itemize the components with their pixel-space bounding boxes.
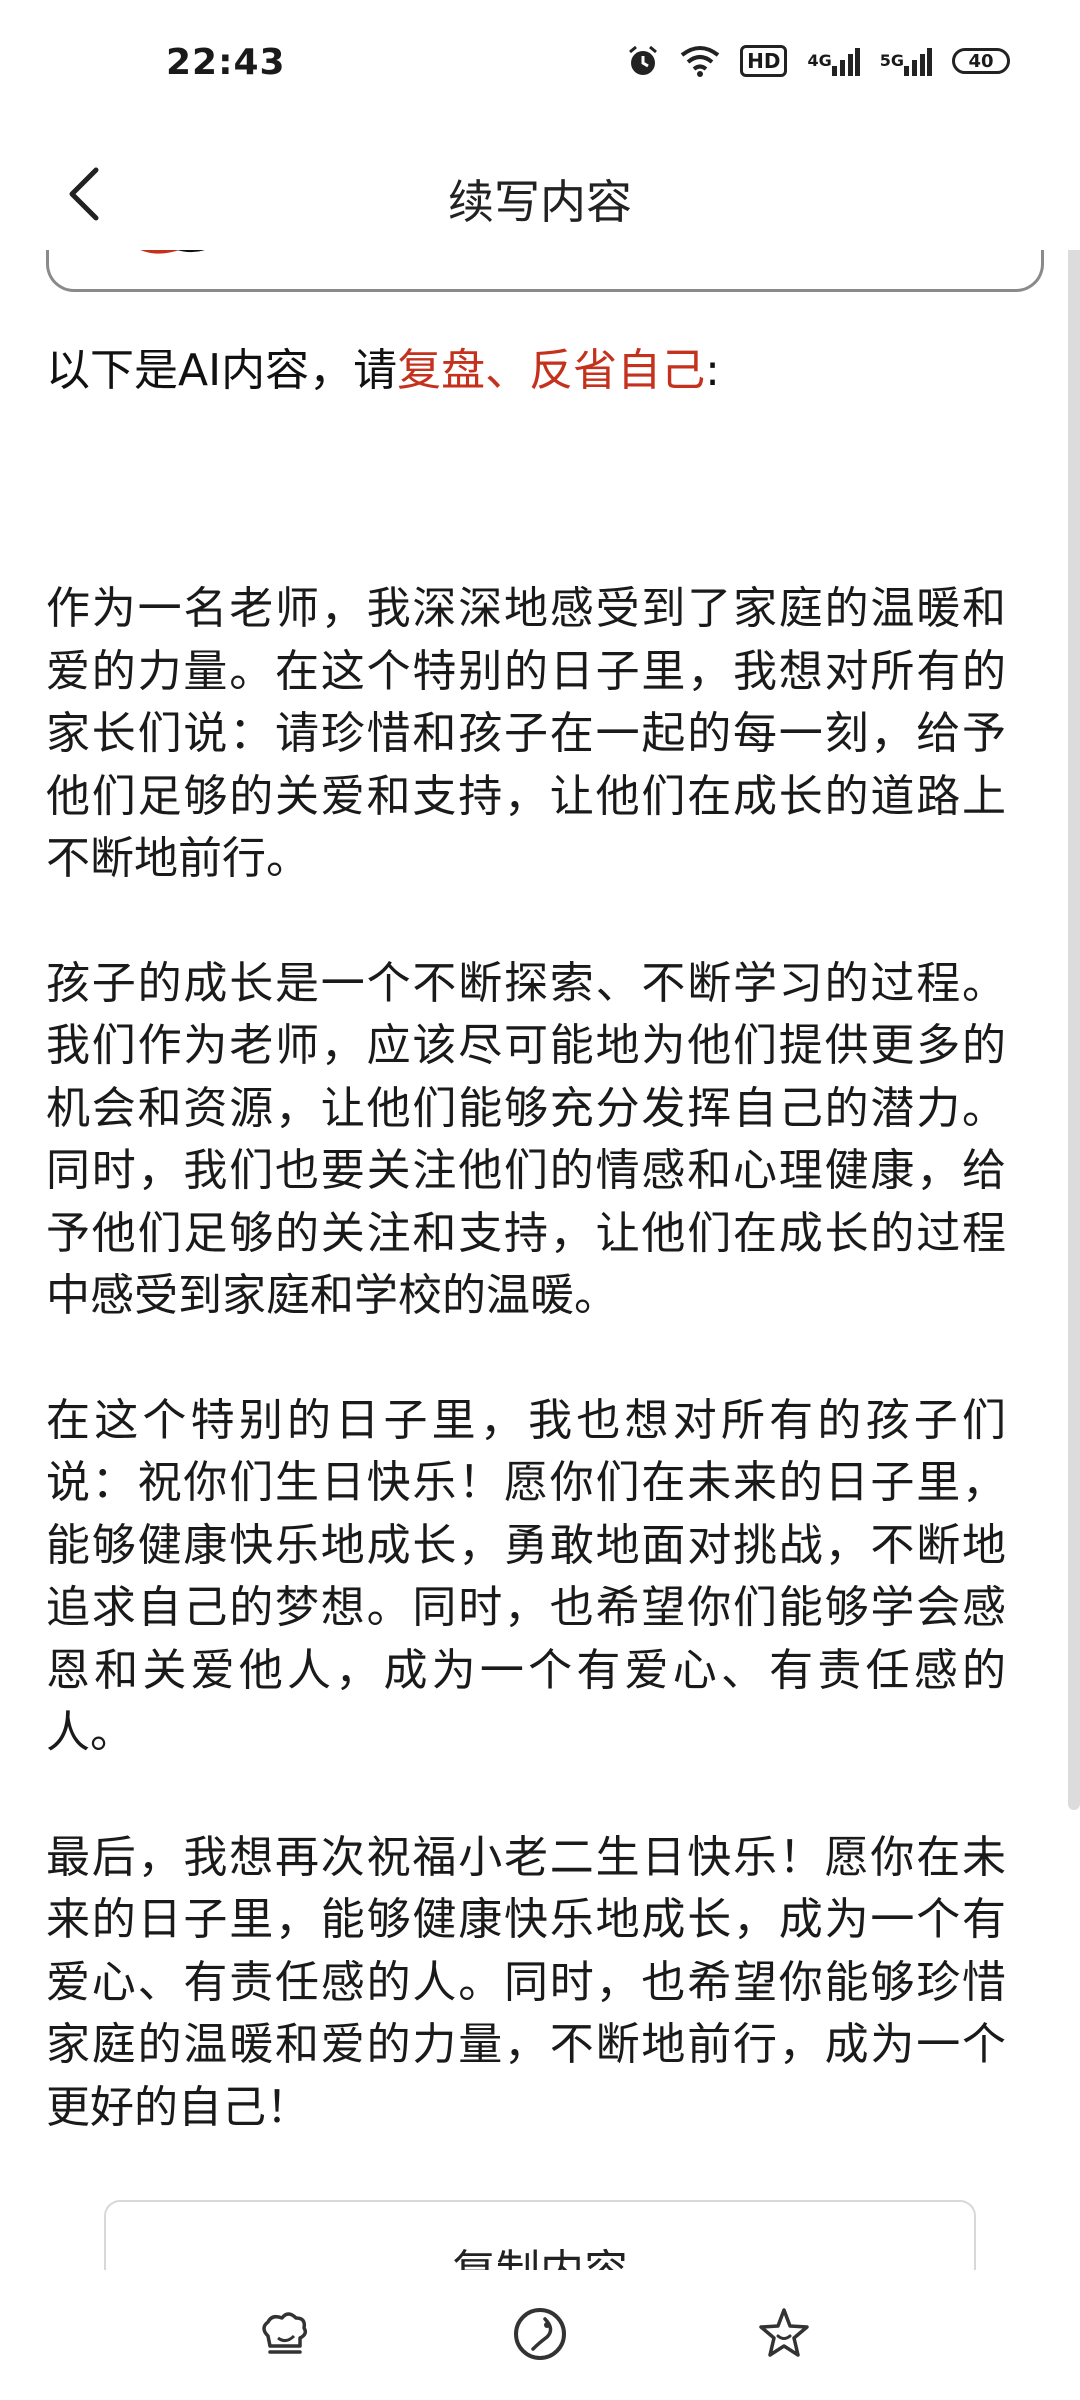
content-area: 以下是AI内容，请复盘、反省自己: 作为一名老师，我深深地感受到了家庭的温暖和爱… — [46, 336, 1006, 2201]
content-paragraph: 最后，我想再次祝福小老二生日快乐！愿你在未来的日子里，能够健康快乐地成长，成为一… — [46, 1831, 1006, 2133]
prompt-suffix: : — [705, 345, 720, 396]
page-title: 续写内容 — [448, 175, 632, 229]
header: 续写内容 — [0, 140, 1080, 250]
content-paragraph: 在这个特别的日子里，我也想对所有的孩子们说：祝你们生日快乐！愿你们在未来的日子里… — [46, 1394, 1006, 1759]
network-5g-label: 5G — [879, 51, 904, 70]
signal-4g-icon: 4G — [807, 46, 860, 76]
bottom-nav — [0, 2270, 1080, 2400]
signal-5g-icon: 5G — [880, 46, 932, 76]
status-bar: 22:43 HD 4G 5G 40 — [0, 0, 1080, 140]
network-4g-label: 4G — [807, 51, 832, 70]
ai-content: 作为一名老师，我深深地感受到了家庭的温暖和爱的力量。在这个特别的日子里，我想对所… — [46, 578, 1006, 2139]
status-time: 22:43 — [166, 42, 286, 83]
star-face-icon — [759, 2308, 809, 2357]
content-paragraph: 孩子的成长是一个不断探索、不断学习的过程。我们作为老师，应该尽可能地为他们提供更… — [46, 957, 1006, 1322]
scrollbar[interactable] — [1068, 170, 1080, 1810]
chef-hat-icon — [262, 2312, 308, 2354]
prompt-prefix: 以下是AI内容，请 — [46, 345, 398, 396]
hd-icon: HD — [740, 45, 788, 77]
nav-item-favorites[interactable] — [744, 2294, 824, 2374]
status-icons: HD 4G 5G 40 — [626, 44, 1010, 78]
prompt-highlight: 复盘、反省自己 — [397, 345, 706, 396]
battery-icon: 40 — [952, 48, 1010, 74]
explore-icon — [514, 2308, 566, 2360]
content-paragraph: 作为一名老师，我深深地感受到了家庭的温暖和爱的力量。在这个特别的日子里，我想对所… — [46, 583, 1006, 884]
alarm-icon — [626, 44, 660, 78]
wifi-icon — [680, 45, 720, 77]
nav-item-explore[interactable] — [500, 2294, 580, 2374]
prompt-line: 以下是AI内容，请复盘、反省自己: — [46, 336, 1006, 406]
nav-item-home[interactable] — [244, 2294, 324, 2374]
